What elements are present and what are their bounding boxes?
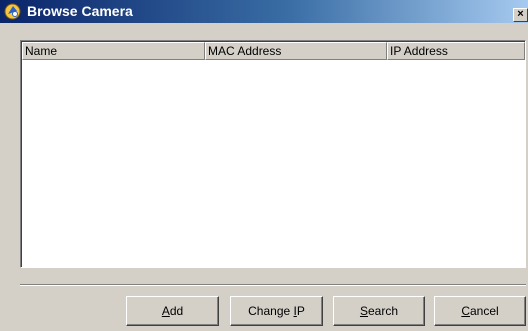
- cancel-button-label: Cancel: [461, 304, 499, 318]
- close-icon: ×: [517, 8, 524, 20]
- title-bar[interactable]: Browse Camera ×: [0, 0, 528, 23]
- column-header-name[interactable]: Name: [22, 42, 205, 60]
- search-button[interactable]: Search: [333, 296, 425, 326]
- app-icon: [4, 3, 21, 20]
- add-button[interactable]: Add: [126, 296, 219, 326]
- list-header: Name MAC Address IP Address: [22, 42, 525, 60]
- camera-list[interactable]: Name MAC Address IP Address: [20, 40, 526, 268]
- cancel-button[interactable]: Cancel: [434, 296, 526, 326]
- close-button[interactable]: ×: [513, 8, 528, 22]
- column-header-ip-address[interactable]: IP Address: [387, 42, 525, 60]
- browse-camera-dialog: Browse Camera × Name MAC Address IP Addr…: [0, 0, 528, 331]
- search-button-label: Search: [359, 304, 399, 318]
- change-ip-button[interactable]: Change IP: [230, 296, 323, 326]
- column-header-mac-address[interactable]: MAC Address: [205, 42, 387, 60]
- change-ip-button-label: Change IP: [248, 304, 305, 318]
- divider: [20, 284, 526, 286]
- add-button-label: Add: [161, 304, 184, 318]
- window-title: Browse Camera: [27, 3, 133, 19]
